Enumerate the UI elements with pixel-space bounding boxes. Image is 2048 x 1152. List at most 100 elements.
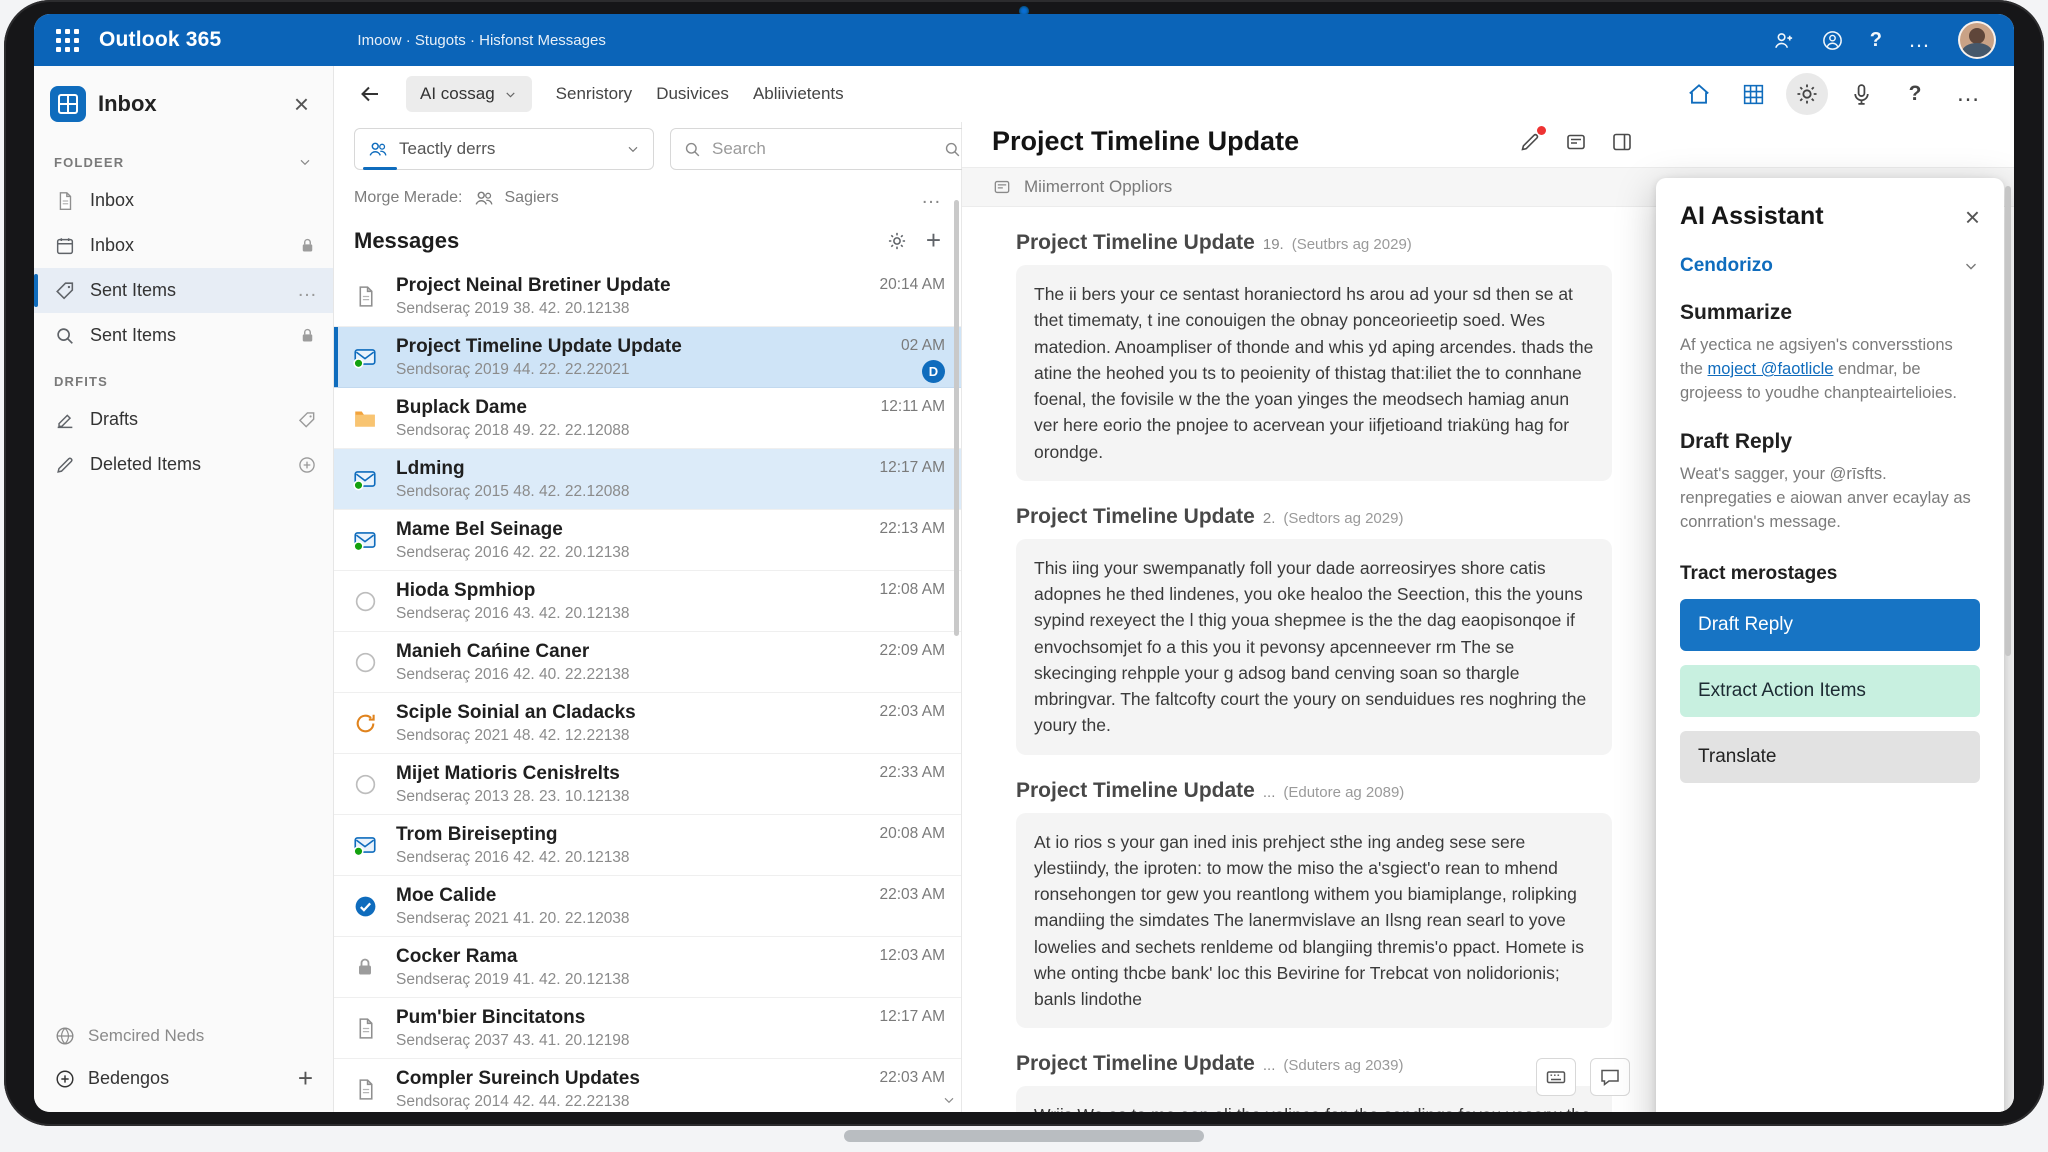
message-preview: Sendsoraç 2021 48. 42. 12.22138 (396, 727, 874, 745)
message-row[interactable]: Buplack Dame Sendsoraç 2018 49. 22. 22.12… (334, 388, 961, 449)
message-row-selected[interactable]: Project Timeline Update UpdateSendsoraç … (334, 327, 961, 388)
more-options-icon[interactable]: … (1948, 73, 1990, 115)
thread-message[interactable]: Project Timeline Update ... (Sduters ag … (1016, 1052, 1612, 1112)
top-app-bar: Outlook 365 Imoow · Stugots · Hisfonst M… (34, 14, 2014, 66)
ai-assistant-panel: AI Assistant × Cendorizo Summarize Af ye… (1656, 178, 2004, 1112)
sidebar-footer-secured[interactable]: Semcired Neds (54, 1025, 313, 1047)
project-link[interactable]: moject @faotlicle (1708, 360, 1834, 378)
message-subject: Ldming (396, 458, 874, 480)
account-icon[interactable] (1821, 29, 1844, 52)
message-row[interactable]: Sciple Soinial an CladacksSendsoraç 2021… (334, 693, 961, 754)
mic-icon[interactable] (1840, 73, 1882, 115)
scroll-down-icon[interactable] (941, 1092, 957, 1108)
home-icon[interactable] (1678, 73, 1720, 115)
new-message-icon[interactable]: + (926, 225, 941, 256)
window-scrollbar[interactable] (2005, 186, 2011, 656)
message-preview: Sendseraç 2016 42. 22. 20.12138 (396, 544, 874, 562)
message-row[interactable]: Compler Sureinch UpdatesSendsoraç 2014 4… (334, 1059, 961, 1112)
thread-message-body: Wriis We as to me aon ali the yoljnce fo… (1016, 1086, 1612, 1112)
thread-message[interactable]: Project Timeline Update 19. (Seutbrs ag … (1016, 231, 1612, 481)
sync-icon (334, 693, 396, 753)
keyboard-icon[interactable] (1536, 1058, 1576, 1096)
plus-circle-icon (297, 455, 317, 475)
apps-grid-icon[interactable] (1732, 73, 1774, 115)
person-add-icon[interactable] (1772, 29, 1795, 52)
message-time: 20:14 AM (880, 276, 946, 294)
message-subject: Manieh Cańine Caner (396, 641, 874, 663)
note-card-icon[interactable] (1564, 130, 1588, 154)
user-avatar[interactable] (1958, 21, 1996, 59)
sidebar-item-sent-items-2[interactable]: Sent Items (34, 313, 333, 358)
close-icon[interactable]: × (1965, 204, 1980, 230)
search-input[interactable] (712, 139, 933, 159)
message-row[interactable]: Trom BireiseptingSendseraç 2016 42. 42. … (334, 815, 961, 876)
app-launcher-icon[interactable] (52, 25, 83, 56)
more-options-icon[interactable]: … (921, 186, 941, 209)
people-filter-dropdown[interactable]: Teactly derrs (354, 128, 654, 170)
tablet-home-indicator (844, 1130, 1204, 1142)
sidebar-item-inbox-2[interactable]: Inbox (34, 223, 333, 268)
circle-icon (334, 632, 396, 692)
settings-icon[interactable] (886, 230, 908, 252)
message-time: 02 AM (901, 337, 945, 355)
search-icon[interactable] (943, 140, 962, 159)
help-icon[interactable]: ? (1870, 29, 1882, 52)
message-subject: Project Timeline Update Update (396, 336, 895, 358)
message-row[interactable]: Project Neinal Bretiner UpdateSendseraç … (334, 266, 961, 327)
sidebar-item-sent-items[interactable]: Sent Items … (34, 268, 333, 313)
lock-icon (298, 236, 317, 255)
mail-icon (334, 327, 396, 387)
more-options-icon[interactable]: … (1908, 27, 1932, 53)
chat-icon[interactable] (1590, 1058, 1630, 1096)
message-list: Project Neinal Bretiner UpdateSendseraç … (334, 266, 961, 1112)
close-sidebar-icon[interactable]: × (286, 89, 317, 120)
circle-icon (334, 754, 396, 814)
message-row[interactable]: Cocker RamaSendseraç 2019 41. 42. 20.121… (334, 937, 961, 998)
drafts-section-label[interactable]: DRFITS (34, 358, 333, 397)
list-scrollbar[interactable] (954, 200, 959, 636)
message-row[interactable]: Mame Bel SeinageSendseraç 2016 42. 22. 2… (334, 510, 961, 571)
add-icon[interactable]: + (298, 1063, 313, 1094)
translate-button[interactable]: Translate (1680, 731, 1980, 783)
extract-action-items-button[interactable]: Extract Action Items (1680, 665, 1980, 717)
search-icon (54, 325, 76, 347)
sidebar-item-drafts[interactable]: Drafts (34, 397, 333, 442)
message-row[interactable]: Hioda SpmhiopSendseraç 2016 43. 42. 20.1… (334, 571, 961, 632)
message-row[interactable]: Pum'bier BincitatonsSendseraç 2037 43. 4… (334, 998, 961, 1059)
message-row[interactable]: Manieh Cańine CanerSendseraç 2016 42. 40… (334, 632, 961, 693)
cendorizo-dropdown[interactable]: Cendorizo (1680, 255, 1980, 277)
message-row-highlighted[interactable]: LdmingSendsoraç 2015 48. 42. 22.12088 12… (334, 449, 961, 510)
settings-icon[interactable] (1786, 73, 1828, 115)
sidebar-footer-bedengos[interactable]: Bedengos + (54, 1063, 313, 1094)
plus-circle-icon (54, 1068, 76, 1090)
thread-message-title: Project Timeline Update (1016, 231, 1255, 255)
sidebar-item-deleted-items[interactable]: Deleted Items (34, 442, 333, 487)
message-subject: Moe Calide (396, 885, 874, 907)
tab-senristory[interactable]: Senristory (556, 84, 633, 104)
tab-abliivietents[interactable]: Abliivietents (753, 84, 844, 104)
message-time: 22:13 AM (880, 520, 946, 538)
thread-message-number: 2. (1263, 510, 1276, 527)
thread-message[interactable]: Project Timeline Update ... (Edutore ag … (1016, 779, 1612, 1029)
folder-section-label[interactable]: FOLDEER (34, 138, 333, 178)
draft-reply-button[interactable]: Draft Reply (1680, 599, 1980, 651)
tab-dusivices[interactable]: Dusivices (656, 84, 729, 104)
message-preview: Sendsoraç 2018 49. 22. 22.12088 (396, 422, 875, 440)
app-title: Outlook 365 (99, 28, 221, 52)
message-row[interactable]: Mijet Matioris CenisłreltsSendseraç 2013… (334, 754, 961, 815)
thread-message-body: At io rios s your gan ined inis prehject… (1016, 813, 1612, 1029)
more-options-icon[interactable]: … (297, 279, 317, 302)
app-window: Outlook 365 Imoow · Stugots · Hisfonst M… (34, 14, 2014, 1112)
sidebar-item-inbox[interactable]: Inbox (34, 178, 333, 223)
thread-message[interactable]: Project Timeline Update 2. (Sedtors ag 2… (1016, 505, 1612, 755)
chevron-down-icon (297, 154, 313, 170)
back-icon[interactable] (358, 82, 382, 106)
message-row[interactable]: Moe CalideSendseraç 2021 41. 20. 22.1203… (334, 876, 961, 937)
help-icon[interactable]: ? (1894, 73, 1936, 115)
edit-pencil-icon[interactable] (1518, 130, 1542, 154)
ai-cossag-dropdown[interactable]: AI cossag (406, 76, 532, 112)
options-label: Miimerront Oppliors (1024, 177, 1172, 197)
merge-value[interactable]: Sagiers (505, 189, 559, 207)
message-subject: Buplack Dame (396, 397, 875, 419)
split-panel-icon[interactable] (1610, 130, 1634, 154)
